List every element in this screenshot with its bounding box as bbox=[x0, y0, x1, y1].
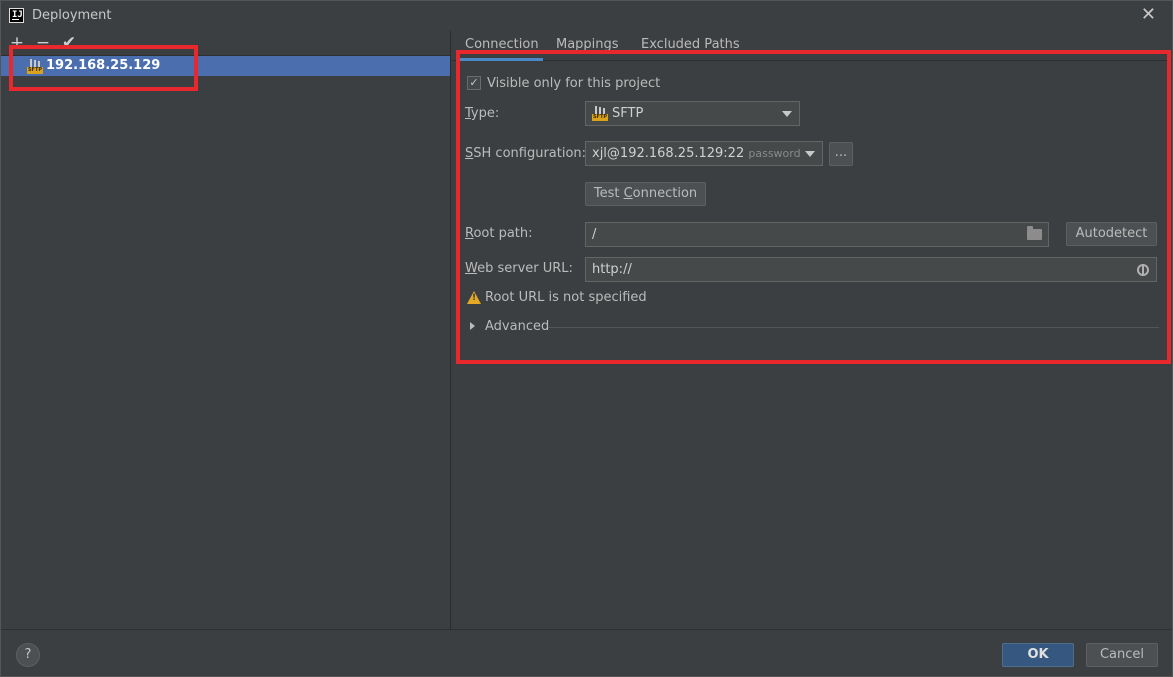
tab-connection[interactable]: Connection bbox=[465, 37, 539, 52]
expand-arrow-icon[interactable] bbox=[470, 322, 475, 330]
cancel-button[interactable]: Cancel bbox=[1086, 643, 1158, 667]
sftp-badge: SFTP bbox=[27, 67, 43, 74]
dialog-footer: ? OK Cancel bbox=[1, 629, 1172, 676]
advanced-section-toggle[interactable]: Advanced bbox=[485, 319, 549, 334]
close-icon[interactable]: ✕ bbox=[1141, 5, 1156, 25]
sftp-type-icon: SFTP bbox=[592, 106, 608, 121]
help-button[interactable]: ? bbox=[16, 643, 40, 667]
root-url-warning: Root URL is not specified bbox=[485, 290, 647, 305]
root-path-value: / bbox=[592, 227, 597, 242]
ssh-auth-hint: password bbox=[748, 147, 801, 160]
autodetect-button[interactable]: Autodetect bbox=[1066, 222, 1157, 246]
root-path-label: Root path: bbox=[465, 226, 533, 241]
remove-server-button[interactable]: − bbox=[33, 34, 53, 54]
title-bar: IJ Deployment ✕ bbox=[1, 1, 1172, 31]
ssh-config-select[interactable]: xjl@192.168.25.129:22 password bbox=[585, 141, 823, 166]
server-settings-panel: Connection Mappings Excluded Paths ✓ Vis… bbox=[452, 31, 1172, 629]
ssh-config-value: xjl@192.168.25.129:22 password bbox=[592, 146, 801, 161]
ssh-config-label: SSH configuration: bbox=[465, 146, 587, 161]
web-server-url-label: Web server URL: bbox=[465, 261, 573, 276]
server-item-label: 192.168.25.129 bbox=[46, 58, 161, 73]
visible-only-checkbox[interactable]: ✓ bbox=[467, 76, 481, 90]
sftp-server-icon: SFTP bbox=[27, 59, 43, 74]
ssh-config-browse-button[interactable]: ... bbox=[829, 142, 853, 166]
web-server-url-value: http:// bbox=[592, 262, 632, 277]
test-connection-button[interactable]: Test Connection bbox=[585, 182, 706, 206]
type-value: SFTP bbox=[612, 106, 644, 121]
warning-icon bbox=[467, 291, 481, 304]
chevron-down-icon bbox=[782, 111, 792, 117]
chevron-down-icon bbox=[805, 151, 815, 157]
tab-excluded-paths[interactable]: Excluded Paths bbox=[641, 37, 740, 52]
ok-button[interactable]: OK bbox=[1002, 643, 1074, 667]
folder-icon[interactable] bbox=[1027, 226, 1042, 240]
type-label: Type: bbox=[465, 106, 500, 121]
server-panel: + − ✔ SFTP 192.168.25.129 bbox=[1, 31, 451, 629]
settings-tabs: Connection Mappings Excluded Paths bbox=[452, 31, 1172, 61]
type-select[interactable]: SFTP SFTP bbox=[585, 101, 800, 126]
server-toolbar: + − ✔ bbox=[7, 34, 79, 54]
server-list: SFTP 192.168.25.129 bbox=[1, 55, 450, 629]
visible-only-label: Visible only for this project bbox=[487, 76, 661, 91]
server-item-192-168-25-129[interactable]: SFTP 192.168.25.129 bbox=[1, 56, 450, 76]
set-default-button[interactable]: ✔ bbox=[59, 34, 79, 54]
root-path-input[interactable]: / bbox=[585, 222, 1049, 247]
advanced-divider bbox=[548, 327, 1159, 328]
active-tab-indicator bbox=[459, 58, 543, 61]
window-title: Deployment bbox=[32, 8, 112, 23]
tab-mappings[interactable]: Mappings bbox=[556, 37, 619, 52]
globe-icon[interactable] bbox=[1137, 264, 1149, 276]
web-server-url-input[interactable]: http:// bbox=[585, 257, 1157, 282]
intellij-app-icon: IJ bbox=[9, 8, 24, 23]
add-server-button[interactable]: + bbox=[7, 34, 27, 54]
deployment-dialog: IJ Deployment ✕ + − ✔ SFTP 192.168.25.12… bbox=[0, 0, 1173, 677]
